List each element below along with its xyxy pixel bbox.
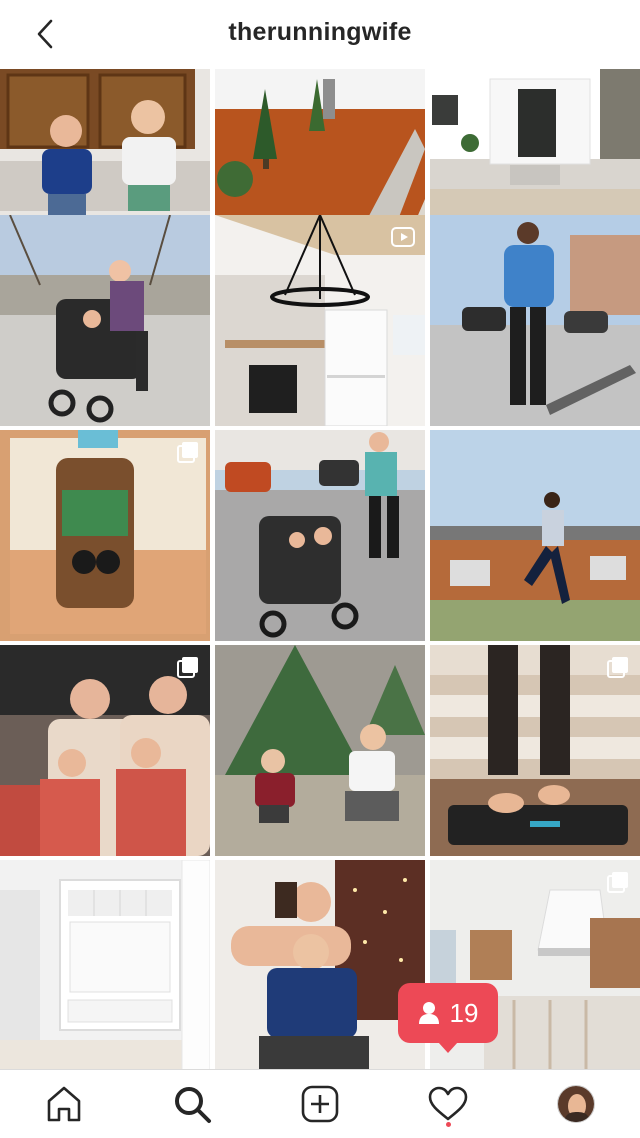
bottom-tab-bar	[0, 1069, 640, 1138]
tab-search[interactable]	[170, 1082, 214, 1126]
heart-icon	[428, 1086, 468, 1121]
notification-count: 19	[449, 997, 479, 1028]
posts-grid	[0, 69, 640, 1071]
post-image	[215, 430, 425, 641]
post-image	[430, 215, 640, 426]
post-thumbnail[interactable]	[215, 860, 425, 1071]
add-post-icon	[301, 1085, 339, 1123]
post-thumbnail[interactable]	[215, 430, 425, 641]
tab-activity[interactable]	[426, 1082, 470, 1127]
post-thumbnail[interactable]	[215, 645, 425, 856]
profile-username: therunningwife	[228, 18, 412, 46]
post-image	[0, 215, 210, 426]
person-icon	[418, 1002, 439, 1024]
multiple-posts-icon	[607, 872, 628, 893]
tab-home[interactable]	[42, 1082, 86, 1126]
activity-dot	[446, 1122, 451, 1127]
home-icon	[47, 1086, 81, 1122]
profile-avatar	[557, 1085, 595, 1123]
multiple-posts-icon	[177, 657, 198, 678]
profile-header: therunningwife	[0, 0, 640, 68]
search-icon	[175, 1087, 211, 1123]
new-followers-notification[interactable]: 19	[398, 983, 498, 1053]
post-thumbnail[interactable]	[430, 215, 640, 426]
post-thumbnail[interactable]	[0, 860, 210, 1071]
post-thumbnail[interactable]	[215, 215, 425, 426]
tab-new-post[interactable]	[298, 1082, 342, 1126]
tab-profile[interactable]	[554, 1082, 598, 1126]
post-thumbnail[interactable]	[0, 430, 210, 641]
post-image	[430, 430, 640, 641]
video-icon	[391, 227, 415, 247]
post-thumbnail[interactable]	[0, 645, 210, 856]
multiple-posts-icon	[607, 657, 628, 678]
post-thumbnail[interactable]	[0, 215, 210, 426]
post-thumbnail[interactable]	[430, 645, 640, 856]
post-image	[215, 860, 425, 1071]
post-image	[0, 860, 210, 1071]
post-image	[215, 645, 425, 856]
multiple-posts-icon	[177, 442, 198, 463]
post-thumbnail[interactable]	[430, 430, 640, 641]
